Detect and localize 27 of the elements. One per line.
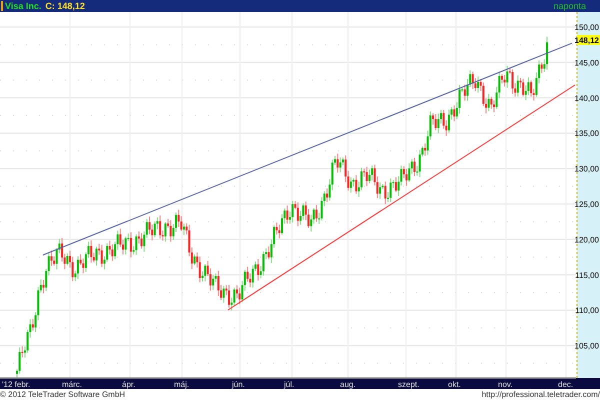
copyright-text: © 2012 TeleTrader Software GmbH <box>0 390 126 398</box>
axis-label: 125,00 <box>574 200 599 209</box>
axis-label: 140,00 <box>574 94 599 103</box>
axis-label: dec. <box>558 380 574 389</box>
axis-label: 120,00 <box>574 235 599 244</box>
axis-label: szept. <box>398 380 420 389</box>
axis-label: máj. <box>174 380 190 389</box>
source-url: http://professional.teletrader.com/ <box>482 390 600 398</box>
axis-label: júl. <box>284 380 294 389</box>
axis-label: jún. <box>232 380 245 389</box>
interval-label: naponta <box>553 2 586 10</box>
symbol-name: Visa Inc. <box>5 2 42 10</box>
axis-label: 135,00 <box>574 129 599 138</box>
axis-label: aug. <box>340 380 356 389</box>
axis-label: 110,00 <box>575 306 599 316</box>
axis-label: okt. <box>448 380 461 389</box>
marker-icon <box>1 1 3 11</box>
close-price: C: 148,12 <box>45 2 85 10</box>
axis-label: márc. <box>62 380 82 389</box>
axis-label: 150,00 <box>574 23 599 32</box>
axis-label: ápr. <box>122 380 136 389</box>
axis-label: '12 febr. <box>2 380 30 389</box>
axis-label: 105,00 <box>574 342 599 351</box>
axis-label: nov. <box>498 380 513 389</box>
axis-label: 115,00 <box>575 270 599 280</box>
axis-label: 130,00 <box>574 164 599 174</box>
axis-label: 145,00 <box>574 58 599 68</box>
